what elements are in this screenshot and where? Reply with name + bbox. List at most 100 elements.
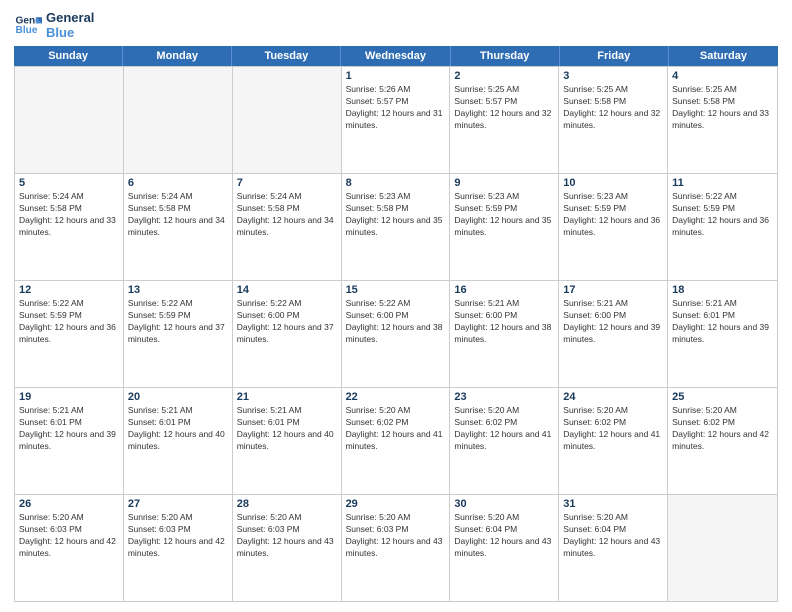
day-info: Sunrise: 5:21 AM Sunset: 6:00 PM Dayligh…: [454, 298, 554, 346]
day-info: Sunrise: 5:22 AM Sunset: 5:59 PM Dayligh…: [672, 191, 773, 239]
day-number: 11: [672, 177, 773, 189]
cal-cell: 31Sunrise: 5:20 AM Sunset: 6:04 PM Dayli…: [559, 495, 668, 601]
cal-cell: 1 Sunrise: 5:26 AM Sunset: 5:57 PM Daylig…: [342, 67, 451, 173]
day-info: Sunrise: 5:22 AM Sunset: 5:59 PM Dayligh…: [128, 298, 228, 346]
cal-cell: 8 Sunrise: 5:23 AM Sunset: 5:58 PM Daylig…: [342, 174, 451, 280]
calendar-row-0: 1 Sunrise: 5:26 AM Sunset: 5:57 PM Daylig…: [15, 67, 777, 174]
day-info: Sunrise: 5:20 AM Sunset: 6:03 PM Dayligh…: [237, 512, 337, 560]
cal-cell: 6 Sunrise: 5:24 AM Sunset: 5:58 PM Daylig…: [124, 174, 233, 280]
cal-cell: 5 Sunrise: 5:24 AM Sunset: 5:58 PM Daylig…: [15, 174, 124, 280]
day-number: 25: [672, 391, 773, 403]
cal-cell: 14Sunrise: 5:22 AM Sunset: 6:00 PM Dayli…: [233, 281, 342, 387]
day-info: Sunrise: 5:25 AM Sunset: 5:58 PM Dayligh…: [563, 84, 663, 132]
day-number: 19: [19, 391, 119, 403]
svg-text:Blue: Blue: [16, 25, 38, 36]
cal-cell: 15Sunrise: 5:22 AM Sunset: 6:00 PM Dayli…: [342, 281, 451, 387]
logo-icon: General Blue: [14, 11, 42, 39]
day-number: 1: [346, 70, 446, 82]
day-number: 24: [563, 391, 663, 403]
day-info: Sunrise: 5:20 AM Sunset: 6:02 PM Dayligh…: [672, 405, 773, 453]
day-number: 12: [19, 284, 119, 296]
day-number: 17: [563, 284, 663, 296]
weekday-header-monday: Monday: [123, 46, 232, 66]
weekday-header-saturday: Saturday: [669, 46, 778, 66]
cal-cell: 30Sunrise: 5:20 AM Sunset: 6:04 PM Dayli…: [450, 495, 559, 601]
cal-cell: 13 Sunrise: 5:22 AM Sunset: 5:59 PM Dayli…: [124, 281, 233, 387]
cal-cell: 12 Sunrise: 5:22 AM Sunset: 5:59 PM Dayli…: [15, 281, 124, 387]
day-info: Sunrise: 5:21 AM Sunset: 6:00 PM Dayligh…: [563, 298, 663, 346]
calendar-row-1: 5 Sunrise: 5:24 AM Sunset: 5:58 PM Daylig…: [15, 174, 777, 281]
day-info: Sunrise: 5:20 AM Sunset: 6:04 PM Dayligh…: [454, 512, 554, 560]
day-number: 31: [563, 498, 663, 510]
day-number: 16: [454, 284, 554, 296]
cal-cell: 4Sunrise: 5:25 AM Sunset: 5:58 PM Daylig…: [668, 67, 777, 173]
cal-cell: 3 Sunrise: 5:25 AM Sunset: 5:58 PM Daylig…: [559, 67, 668, 173]
day-number: 13: [128, 284, 228, 296]
day-info: Sunrise: 5:23 AM Sunset: 5:58 PM Dayligh…: [346, 191, 446, 239]
day-info: Sunrise: 5:24 AM Sunset: 5:58 PM Dayligh…: [19, 191, 119, 239]
cal-cell: 28 Sunrise: 5:20 AM Sunset: 6:03 PM Dayli…: [233, 495, 342, 601]
cal-cell: 17 Sunrise: 5:21 AM Sunset: 6:00 PM Dayli…: [559, 281, 668, 387]
cal-cell: 27 Sunrise: 5:20 AM Sunset: 6:03 PM Dayli…: [124, 495, 233, 601]
day-info: Sunrise: 5:23 AM Sunset: 5:59 PM Dayligh…: [454, 191, 554, 239]
day-info: Sunrise: 5:22 AM Sunset: 5:59 PM Dayligh…: [19, 298, 119, 346]
day-number: 27: [128, 498, 228, 510]
cal-cell: 16 Sunrise: 5:21 AM Sunset: 6:00 PM Dayli…: [450, 281, 559, 387]
day-number: 23: [454, 391, 554, 403]
day-info: Sunrise: 5:21 AM Sunset: 6:01 PM Dayligh…: [672, 298, 773, 346]
cal-cell: [668, 495, 777, 601]
cal-cell: 2Sunrise: 5:25 AM Sunset: 5:57 PM Daylig…: [450, 67, 559, 173]
cal-cell: [233, 67, 342, 173]
day-info: Sunrise: 5:21 AM Sunset: 6:01 PM Dayligh…: [237, 405, 337, 453]
cal-cell: [15, 67, 124, 173]
cal-cell: 11 Sunrise: 5:22 AM Sunset: 5:59 PM Dayli…: [668, 174, 777, 280]
day-number: 7: [237, 177, 337, 189]
day-info: Sunrise: 5:24 AM Sunset: 5:58 PM Dayligh…: [128, 191, 228, 239]
cal-cell: 21 Sunrise: 5:21 AM Sunset: 6:01 PM Dayli…: [233, 388, 342, 494]
day-number: 3: [563, 70, 663, 82]
day-info: Sunrise: 5:20 AM Sunset: 6:03 PM Dayligh…: [19, 512, 119, 560]
calendar-row-4: 26 Sunrise: 5:20 AM Sunset: 6:03 PM Dayli…: [15, 495, 777, 601]
day-number: 28: [237, 498, 337, 510]
cal-cell: 29 Sunrise: 5:20 AM Sunset: 6:03 PM Dayli…: [342, 495, 451, 601]
cal-cell: 9Sunrise: 5:23 AM Sunset: 5:59 PM Daylig…: [450, 174, 559, 280]
day-info: Sunrise: 5:21 AM Sunset: 6:01 PM Dayligh…: [128, 405, 228, 453]
day-info: Sunrise: 5:20 AM Sunset: 6:02 PM Dayligh…: [454, 405, 554, 453]
day-number: 5: [19, 177, 119, 189]
day-info: Sunrise: 5:20 AM Sunset: 6:02 PM Dayligh…: [563, 405, 663, 453]
weekday-header-tuesday: Tuesday: [232, 46, 341, 66]
day-info: Sunrise: 5:20 AM Sunset: 6:03 PM Dayligh…: [128, 512, 228, 560]
cal-cell: 22Sunrise: 5:20 AM Sunset: 6:02 PM Dayli…: [342, 388, 451, 494]
day-number: 29: [346, 498, 446, 510]
calendar: SundayMondayTuesdayWednesdayThursdayFrid…: [14, 46, 778, 602]
weekday-header-friday: Friday: [560, 46, 669, 66]
cal-cell: 19 Sunrise: 5:21 AM Sunset: 6:01 PM Dayli…: [15, 388, 124, 494]
weekday-header-sunday: Sunday: [14, 46, 123, 66]
cal-cell: 20 Sunrise: 5:21 AM Sunset: 6:01 PM Dayli…: [124, 388, 233, 494]
cal-cell: 23 Sunrise: 5:20 AM Sunset: 6:02 PM Dayli…: [450, 388, 559, 494]
cal-cell: 7 Sunrise: 5:24 AM Sunset: 5:58 PM Daylig…: [233, 174, 342, 280]
day-number: 8: [346, 177, 446, 189]
day-number: 15: [346, 284, 446, 296]
day-info: Sunrise: 5:20 AM Sunset: 6:02 PM Dayligh…: [346, 405, 446, 453]
day-info: Sunrise: 5:23 AM Sunset: 5:59 PM Dayligh…: [563, 191, 663, 239]
day-info: Sunrise: 5:25 AM Sunset: 5:57 PM Dayligh…: [454, 84, 554, 132]
day-number: 4: [672, 70, 773, 82]
cal-cell: 25 Sunrise: 5:20 AM Sunset: 6:02 PM Dayli…: [668, 388, 777, 494]
day-number: 20: [128, 391, 228, 403]
day-info: Sunrise: 5:26 AM Sunset: 5:57 PM Dayligh…: [346, 84, 446, 132]
day-info: Sunrise: 5:20 AM Sunset: 6:03 PM Dayligh…: [346, 512, 446, 560]
header: General Blue General Blue: [14, 10, 778, 40]
cal-cell: 26 Sunrise: 5:20 AM Sunset: 6:03 PM Dayli…: [15, 495, 124, 601]
day-number: 6: [128, 177, 228, 189]
day-number: 18: [672, 284, 773, 296]
logo-blue: Blue: [46, 25, 94, 40]
weekday-header-wednesday: Wednesday: [341, 46, 450, 66]
day-number: 26: [19, 498, 119, 510]
logo: General Blue General Blue: [14, 10, 94, 40]
cal-cell: 18 Sunrise: 5:21 AM Sunset: 6:01 PM Dayli…: [668, 281, 777, 387]
day-info: Sunrise: 5:24 AM Sunset: 5:58 PM Dayligh…: [237, 191, 337, 239]
day-number: 10: [563, 177, 663, 189]
day-info: Sunrise: 5:21 AM Sunset: 6:01 PM Dayligh…: [19, 405, 119, 453]
day-number: 21: [237, 391, 337, 403]
